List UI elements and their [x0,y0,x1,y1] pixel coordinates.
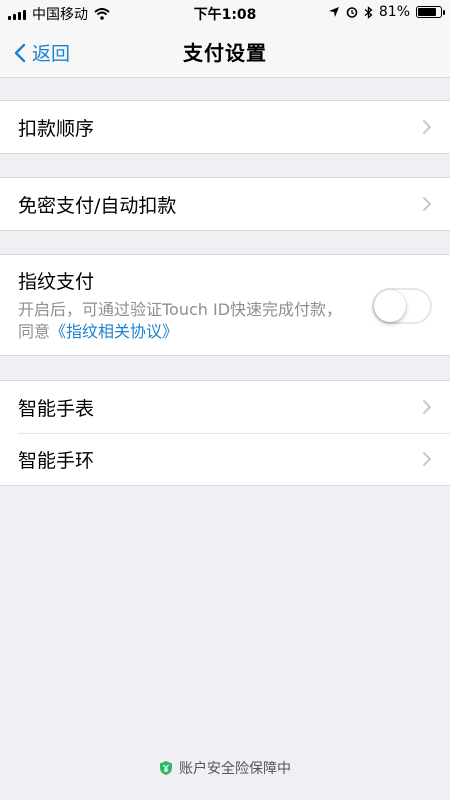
location-icon [328,7,339,17]
group-smart-devices: 智能手表 智能手环 [0,380,450,486]
group-deduct-order: 扣款顺序 [0,100,450,154]
battery-tip [443,10,445,15]
row-label-deduct-order: 扣款顺序 [18,117,95,140]
row-smart-watch[interactable]: 智能手表 [0,381,450,433]
shield-icon [160,761,172,775]
chevron-right-icon [423,452,431,466]
chevron-right-icon [423,120,431,134]
chevron-right-icon [423,400,431,414]
fingerprint-toggle[interactable] [372,288,432,324]
fingerprint-description: 开启后，可通过验证Touch ID快速完成付款，同意《指纹相关协议》 [18,299,353,343]
status-right: 81% [328,4,445,20]
row-password-free[interactable]: 免密支付/自动扣款 [0,178,450,230]
page-title: 支付设置 [183,41,267,65]
bluetooth-icon [364,5,373,19]
row-label-smart-band: 智能手环 [18,449,95,472]
toggle-knob [374,290,406,322]
footer-text: 账户安全险保障中 [179,761,291,777]
nav-bar: 返回 支付设置 [0,26,450,78]
row-label-smart-watch: 智能手表 [18,397,95,420]
battery-icon [416,6,445,18]
security-footer: 账户安全险保障中 [0,758,450,778]
battery-fill [418,8,436,16]
group-password-free: 免密支付/自动扣款 [0,177,450,231]
alarm-icon [346,7,358,18]
row-fingerprint: 指纹支付 开启后，可通过验证Touch ID快速完成付款，同意《指纹相关协议》 [0,255,450,355]
row-deduct-order[interactable]: 扣款顺序 [0,101,450,153]
fingerprint-agreement-link[interactable]: 《指纹相关协议》 [50,322,178,341]
payment-settings-screen: 中国移动 下午1:08 81% 返回 支付设置 扣款顺序 免密支付/自动扣款 指… [0,0,450,800]
row-label-password-free: 免密支付/自动扣款 [18,194,177,217]
status-bar: 中国移动 下午1:08 81% [0,0,450,26]
battery-percent: 81% [378,4,410,20]
row-smart-band[interactable]: 智能手环 [0,433,450,485]
chevron-right-icon [423,197,431,211]
fingerprint-title: 指纹支付 [18,271,95,293]
group-fingerprint: 指纹支付 开启后，可通过验证Touch ID快速完成付款，同意《指纹相关协议》 [0,254,450,356]
